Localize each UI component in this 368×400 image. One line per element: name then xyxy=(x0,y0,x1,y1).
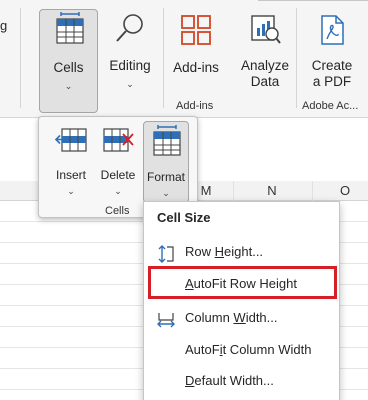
menu-item-column-width[interactable]: Column Width... xyxy=(145,303,339,333)
column-header-o[interactable]: O xyxy=(330,181,360,201)
editing-button[interactable]: Editing ⌄ xyxy=(104,12,156,92)
cells-group-label: Cells xyxy=(105,205,130,217)
chevron-down-icon: ⌄ xyxy=(64,81,73,91)
pdf-icon xyxy=(303,14,361,50)
analyze-data-button[interactable]: Analyze Data xyxy=(236,14,294,90)
menu-item-label: AutoFit Column Width xyxy=(185,342,312,357)
group-separator xyxy=(20,8,21,108)
truncated-ribbon-label: g xyxy=(0,18,8,33)
menu-item-autofit-column-width[interactable]: AutoFit Column Width xyxy=(145,335,339,365)
insert-label: Insert xyxy=(55,168,86,182)
cells-button[interactable]: Cells ⌄ xyxy=(39,9,98,113)
menu-item-row-height[interactable]: Row Height... xyxy=(145,237,339,267)
add-ins-label: Add-ins xyxy=(173,60,219,75)
ribbon-divider xyxy=(258,0,368,1)
create-pdf-label-1: Create xyxy=(311,58,353,73)
menu-item-label: Column Width... xyxy=(185,310,278,325)
delete-button[interactable]: Delete ⌄ xyxy=(97,121,139,196)
chevron-down-icon: ⌄ xyxy=(67,186,75,196)
insert-button[interactable]: Insert ⌄ xyxy=(49,121,93,196)
format-dropdown-menu: Cell Size Row Height... AutoFit Row Heig… xyxy=(143,201,340,400)
menu-item-default-width[interactable]: Default Width... xyxy=(145,366,339,396)
group-separator xyxy=(163,8,164,108)
delete-label: Delete xyxy=(100,168,136,182)
cells-icon xyxy=(40,12,97,50)
delete-cells-icon xyxy=(97,127,139,158)
menu-item-label: Default Width... xyxy=(185,373,274,388)
highlight-box xyxy=(148,266,337,299)
format-label: Format xyxy=(146,170,185,184)
search-icon xyxy=(104,12,156,50)
format-button[interactable]: Format ⌄ xyxy=(143,121,189,203)
analyze-data-label-2: Data xyxy=(250,74,280,89)
analyze-data-icon xyxy=(236,14,294,50)
menu-item-label: Row Height... xyxy=(185,244,264,259)
add-ins-button[interactable]: Add-ins xyxy=(169,14,223,84)
chevron-down-icon: ⌄ xyxy=(114,186,122,196)
column-header-n[interactable]: N xyxy=(252,181,292,201)
create-pdf-label-2: a PDF xyxy=(312,74,352,89)
format-cells-icon xyxy=(144,125,188,160)
insert-cells-icon xyxy=(49,127,93,158)
adobe-group-label: Adobe Ac... xyxy=(302,100,359,112)
group-separator xyxy=(296,8,297,108)
ribbon: g Cells ⌄ Editing ⌄ Add-ins Analyze Data… xyxy=(0,0,368,118)
create-pdf-button[interactable]: Create a PDF xyxy=(303,14,361,90)
chevron-down-icon: ⌄ xyxy=(126,79,134,89)
editing-label: Editing xyxy=(109,58,151,73)
cells-label: Cells xyxy=(53,60,84,75)
analyze-data-label-1: Analyze xyxy=(240,58,290,73)
menu-section-heading: Cell Size xyxy=(157,210,211,225)
add-ins-group-label: Add-ins xyxy=(176,100,214,112)
add-ins-icon xyxy=(169,14,223,50)
chevron-down-icon: ⌄ xyxy=(162,188,170,198)
